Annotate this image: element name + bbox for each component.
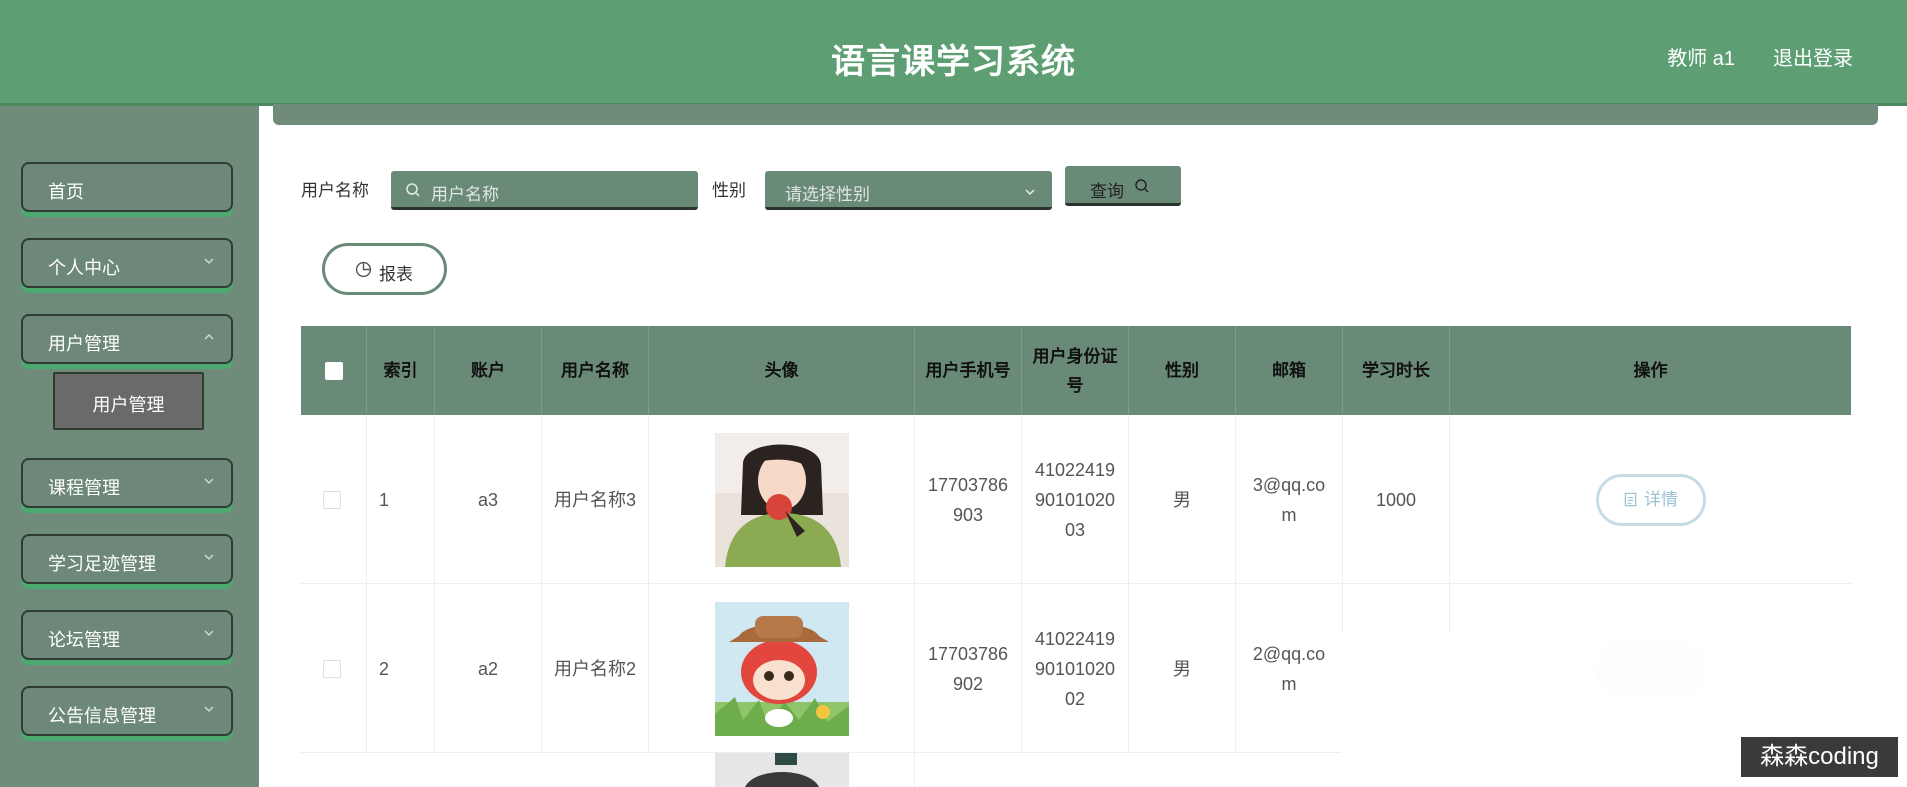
gender-select[interactable]: 请选择性别 <box>765 171 1052 210</box>
cell-username: 用户名称2 <box>542 584 649 753</box>
chevron-up-icon <box>204 333 214 340</box>
avatar <box>714 432 849 567</box>
cell-username: 用户名称3 <box>542 415 649 584</box>
sidebar-item-user-management[interactable]: 用户管理 <box>21 314 233 364</box>
row-select-cell <box>301 584 367 753</box>
sidebar-subitem-user-management[interactable]: 用户管理 <box>53 372 204 430</box>
select-all-checkbox[interactable] <box>325 362 343 380</box>
search-icon <box>1135 179 1149 193</box>
column-header: 用户身份证号 <box>1022 326 1129 415</box>
sidebar-item-label: 用户管理 <box>48 334 120 354</box>
sidebar-item-personal-center[interactable]: 个人中心 <box>21 238 233 288</box>
cell-id-number: 410224199010102002 <box>1022 584 1129 753</box>
column-header: 邮箱 <box>1236 326 1343 415</box>
cell-avatar <box>649 753 915 787</box>
document-icon <box>1624 492 1637 507</box>
cell-avatar <box>649 415 915 584</box>
cell-phone: 17703786902 <box>915 584 1022 753</box>
cell-gender: 男 <box>1129 584 1236 753</box>
search-icon <box>406 183 420 197</box>
cell-gender: 男 <box>1129 415 1236 584</box>
watermark: 森森coding <box>1741 737 1898 777</box>
sidebar-item-label: 论坛管理 <box>48 630 120 650</box>
username-label: 用户名称 <box>301 181 369 200</box>
chevron-down-icon <box>204 258 214 265</box>
current-user: 教师 a1 <box>1667 48 1735 70</box>
sidebar-item-course-management[interactable]: 课程管理 <box>21 458 233 508</box>
cell-phone: 17703786903 <box>915 415 1022 584</box>
sidebar-item-notice-management[interactable]: 公告信息管理 <box>21 686 233 736</box>
sidebar-item-label: 学习足迹管理 <box>48 554 156 574</box>
row-checkbox[interactable] <box>323 491 341 509</box>
app-title: 语言课学习系统 <box>831 43 1076 81</box>
cell-email: 3@qq.com <box>1236 415 1343 584</box>
logout-link[interactable]: 退出登录 <box>1773 42 1853 71</box>
column-header: 操作 <box>1633 361 1668 380</box>
sidebar-item-forum-management[interactable]: 论坛管理 <box>21 610 233 660</box>
chevron-down-icon <box>204 706 214 713</box>
column-header: 索引 <box>367 326 435 415</box>
username-search-input[interactable]: 用户名称 <box>391 171 698 210</box>
detail-button-label: 详情 <box>1644 489 1678 509</box>
header-select-all-cell <box>301 326 367 415</box>
column-header: 性别 <box>1129 326 1236 415</box>
sidebar-item-label: 个人中心 <box>48 258 120 278</box>
sidebar-item-learning-footprint[interactable]: 学习足迹管理 <box>21 534 233 584</box>
sidebar-item-label: 课程管理 <box>48 478 120 498</box>
app-header: 语言课学习系统 教师 a1 退出登录 <box>0 0 1907 106</box>
column-header: 头像 <box>649 326 915 415</box>
chevron-down-icon <box>1025 189 1035 196</box>
cell-study-time: 1000 <box>1343 415 1450 584</box>
query-button[interactable]: 查询 <box>1065 166 1181 206</box>
sidebar: 首页 个人中心 用户管理 用户管理 课程管理 学习足迹管理 论坛管理 公告信息管… <box>0 106 259 787</box>
sidebar-subitem-label: 用户管理 <box>92 395 165 415</box>
chevron-down-icon <box>204 554 214 561</box>
query-button-label: 查询 <box>1090 182 1124 201</box>
sidebar-item-home[interactable]: 首页 <box>21 162 233 212</box>
row-select-cell <box>301 415 367 584</box>
cell-actions: 详情 <box>1450 415 1851 584</box>
report-button-label: 报表 <box>379 265 413 284</box>
report-button[interactable]: 报表 <box>322 243 447 295</box>
detail-button[interactable]: 详情 <box>1595 473 1706 526</box>
column-header: 学习时长 <box>1343 326 1450 415</box>
table-row: 1 a3 用户名称3 17703786903 41022419901010200… <box>301 415 1851 584</box>
pie-chart-icon <box>355 261 372 278</box>
column-header: 用户手机号 <box>915 326 1022 415</box>
cell-avatar <box>649 584 915 753</box>
sidebar-item-label: 公告信息管理 <box>48 706 156 726</box>
cell-account: a2 <box>435 584 542 753</box>
cell-index: 2 <box>367 584 435 753</box>
chevron-down-icon <box>204 478 214 485</box>
cell-index: 1 <box>367 415 435 584</box>
column-header: 账户 <box>435 326 542 415</box>
cell-account: a3 <box>435 415 542 584</box>
content-topbar <box>273 104 1878 125</box>
avatar <box>714 753 849 787</box>
table-header: 索引 账户 用户名称 头像 用户手机号 用户身份证号 性别 邮箱 学习时长 操作 <box>301 326 1851 415</box>
row-checkbox[interactable] <box>323 660 341 678</box>
username-placeholder: 用户名称 <box>431 185 499 204</box>
gender-placeholder: 请选择性别 <box>785 185 870 204</box>
gender-label: 性别 <box>712 181 746 200</box>
sidebar-item-label: 首页 <box>48 182 84 202</box>
cell-id-number: 410224199010102003 <box>1022 415 1129 584</box>
column-header: 用户名称 <box>542 326 649 415</box>
chevron-down-icon <box>204 630 214 637</box>
avatar <box>714 601 849 736</box>
cell-email: 2@qq.com <box>1236 584 1343 753</box>
